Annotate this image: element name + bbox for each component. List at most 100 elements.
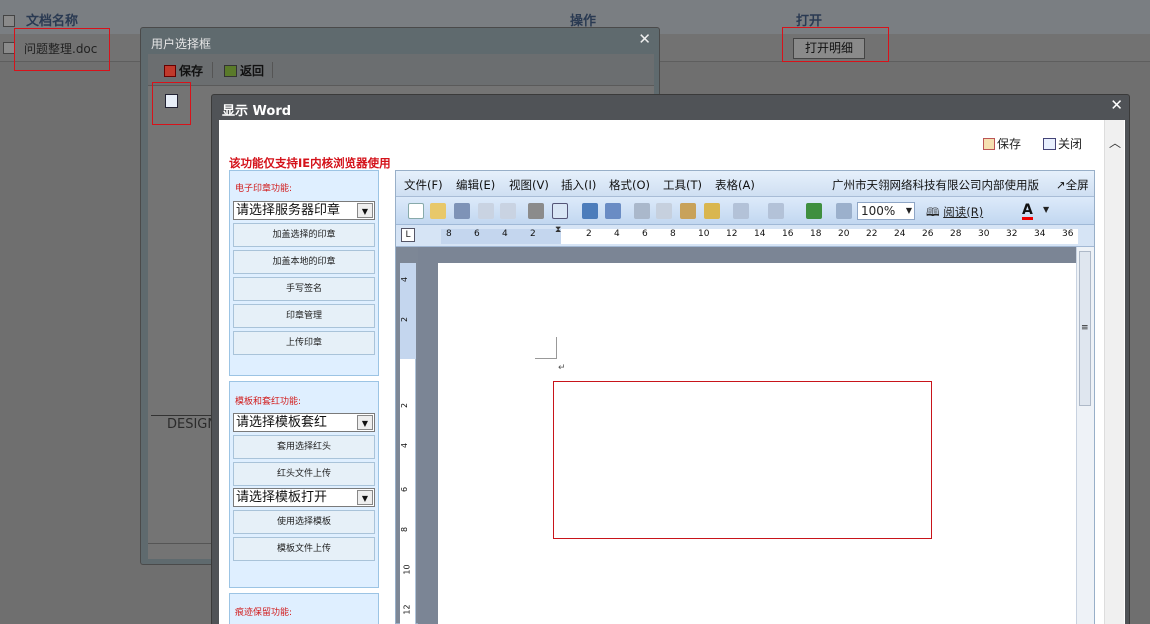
dialog-title: 用户选择框 [151, 37, 212, 51]
word-editor: 文件(F) 编辑(E) 视图(V) 插入(I) 格式(O) 工具(T) 表格(A… [395, 170, 1095, 624]
margin-corner-marker [535, 337, 557, 359]
template-red-select-value: 请选择模板套红 [236, 415, 328, 430]
apply-red-header-button[interactable]: 套用选择红头 [233, 435, 375, 459]
seal-select[interactable]: 请选择服务器印章 ▼ [233, 201, 375, 220]
document-page[interactable]: ↵ [438, 263, 1078, 624]
save-icon[interactable] [454, 203, 470, 219]
save-label: 保存 [997, 137, 1022, 151]
tab-stop-icon[interactable]: L [401, 228, 415, 242]
chevron-up-icon[interactable]: ︿ [1109, 134, 1121, 151]
cut-icon[interactable] [634, 203, 650, 219]
trace-panel: 痕迹保留功能: [229, 593, 379, 624]
dialog-scrollbar[interactable]: ︿ [1104, 120, 1124, 624]
ruler-tick-label: 8 [446, 229, 452, 239]
table-icon[interactable] [836, 203, 852, 219]
menu-insert[interactable]: 插入(I) [561, 177, 596, 193]
back-button[interactable]: 返回 [224, 62, 264, 79]
ruler-tick-label: 4 [502, 229, 508, 239]
ruler-tick-label: 6 [642, 229, 648, 239]
reading-button[interactable]: 🕮 阅读(R) [926, 204, 983, 224]
menu-format[interactable]: 格式(O) [609, 177, 650, 193]
ruler-tick-label: 8 [670, 229, 676, 239]
email-icon[interactable] [500, 203, 516, 219]
menu-view[interactable]: 视图(V) [509, 177, 549, 193]
ruler-tick-label: 32 [1006, 229, 1018, 239]
vruler-tick-label: 6 [400, 486, 410, 493]
fullscreen-button[interactable]: ↗全屏 [1056, 177, 1089, 193]
research-icon[interactable] [605, 203, 621, 219]
font-color-icon[interactable]: A [1022, 203, 1033, 220]
print-preview-icon[interactable] [552, 203, 568, 219]
ruler-tick-label: 22 [866, 229, 878, 239]
ruler-tick-label: 4 [614, 229, 620, 239]
chevron-down-icon[interactable]: ▼ [357, 415, 373, 430]
handwrite-sign-button[interactable]: 手写签名 [233, 277, 375, 301]
upload-red-header-button[interactable]: 红头文件上传 [233, 462, 375, 486]
vertical-ruler: 4 2 2 4 6 8 10 12 [400, 263, 416, 624]
template-panel: 模板和套红功能: 请选择模板套红 ▼ 套用选择红头 红头文件上传 请选择模板打开 ▼… [229, 381, 379, 588]
chevron-down-icon[interactable]: ▼ [1043, 205, 1049, 214]
zoom-value: 100% [861, 204, 896, 218]
seal-panel-title: 电子印章功能: [235, 184, 293, 194]
highlight-filename [14, 28, 110, 71]
ruler-tick-label: 10 [698, 229, 710, 239]
copy-icon[interactable] [656, 203, 672, 219]
vruler-tick-label: 10 [402, 564, 412, 575]
new-doc-icon[interactable] [408, 203, 424, 219]
back-label: 返回 [240, 64, 265, 78]
menu-file[interactable]: 文件(F) [404, 177, 443, 193]
print-icon[interactable] [528, 203, 544, 219]
seal-panel: 电子印章功能: 请选择服务器印章 ▼ 加盖选择的印章 加盖本地的印章 手写签名 印… [229, 170, 379, 376]
template-open-select[interactable]: 请选择模板打开 ▼ [233, 488, 375, 507]
seal-manage-button[interactable]: 印章管理 [233, 304, 375, 328]
word-close-button[interactable]: 关闭 [1043, 135, 1082, 152]
open-icon[interactable] [430, 203, 446, 219]
redo-icon[interactable] [768, 203, 784, 219]
vruler-tick-label: 2 [400, 316, 410, 323]
reading-label: 阅读(R) [943, 205, 984, 219]
menu-table[interactable]: 表格(A) [715, 177, 755, 193]
toolbar: 保存 返回 [148, 54, 654, 86]
book-icon: 🕮 [926, 205, 940, 219]
close-icon[interactable]: ✕ [1110, 96, 1123, 114]
paste-icon[interactable] [680, 203, 696, 219]
permission-icon[interactable] [478, 203, 494, 219]
paragraph-mark: ↵ [558, 363, 566, 373]
hyperlink-icon[interactable] [806, 203, 822, 219]
spelling-icon[interactable] [582, 203, 598, 219]
ruler-tick-label: 34 [1034, 229, 1046, 239]
word-save-button[interactable]: 保存 [983, 135, 1021, 152]
select-all-checkbox[interactable] [3, 15, 15, 27]
menu-edit[interactable]: 编辑(E) [456, 177, 495, 193]
stamp-selected-button[interactable]: 加盖选择的印章 [233, 223, 375, 247]
template-red-select[interactable]: 请选择模板套红 ▼ [233, 413, 375, 432]
zoom-select[interactable]: 100% ▼ [857, 202, 915, 220]
format-painter-icon[interactable] [704, 203, 720, 219]
red-frame [553, 381, 932, 539]
vruler-tick-label: 12 [402, 604, 412, 615]
menu-tools[interactable]: 工具(T) [663, 177, 702, 193]
grip-icon: ≡ [1081, 323, 1089, 333]
upload-template-button[interactable]: 模板文件上传 [233, 537, 375, 561]
menu-bar: 文件(F) 编辑(E) 视图(V) 插入(I) 格式(O) 工具(T) 表格(A… [396, 171, 1094, 197]
close-window-icon [1043, 138, 1056, 150]
ruler-tick-label: 2 [586, 229, 592, 239]
stamp-local-button[interactable]: 加盖本地的印章 [233, 250, 375, 274]
ruler-tick-label: 30 [978, 229, 990, 239]
upload-seal-button[interactable]: 上传印章 [233, 331, 375, 355]
save-icon [164, 65, 176, 77]
chevron-down-icon[interactable]: ▼ [906, 203, 912, 219]
vruler-tick-label: 8 [400, 526, 410, 533]
template-panel-title: 模板和套红功能: [235, 397, 302, 407]
document-scrollbar[interactable]: ≡ [1076, 247, 1094, 624]
ruler-tick-label: 26 [922, 229, 934, 239]
close-icon[interactable]: ✕ [638, 30, 651, 48]
undo-icon[interactable] [733, 203, 749, 219]
indent-marker[interactable]: ⧗ [555, 225, 565, 245]
ruler-tick-label: 36 [1062, 229, 1074, 239]
highlight-open-button [782, 27, 889, 62]
chevron-down-icon[interactable]: ▼ [357, 203, 373, 218]
chevron-down-icon[interactable]: ▼ [357, 490, 373, 505]
use-template-button[interactable]: 使用选择模板 [233, 510, 375, 534]
save-button[interactable]: 保存 [164, 62, 203, 79]
